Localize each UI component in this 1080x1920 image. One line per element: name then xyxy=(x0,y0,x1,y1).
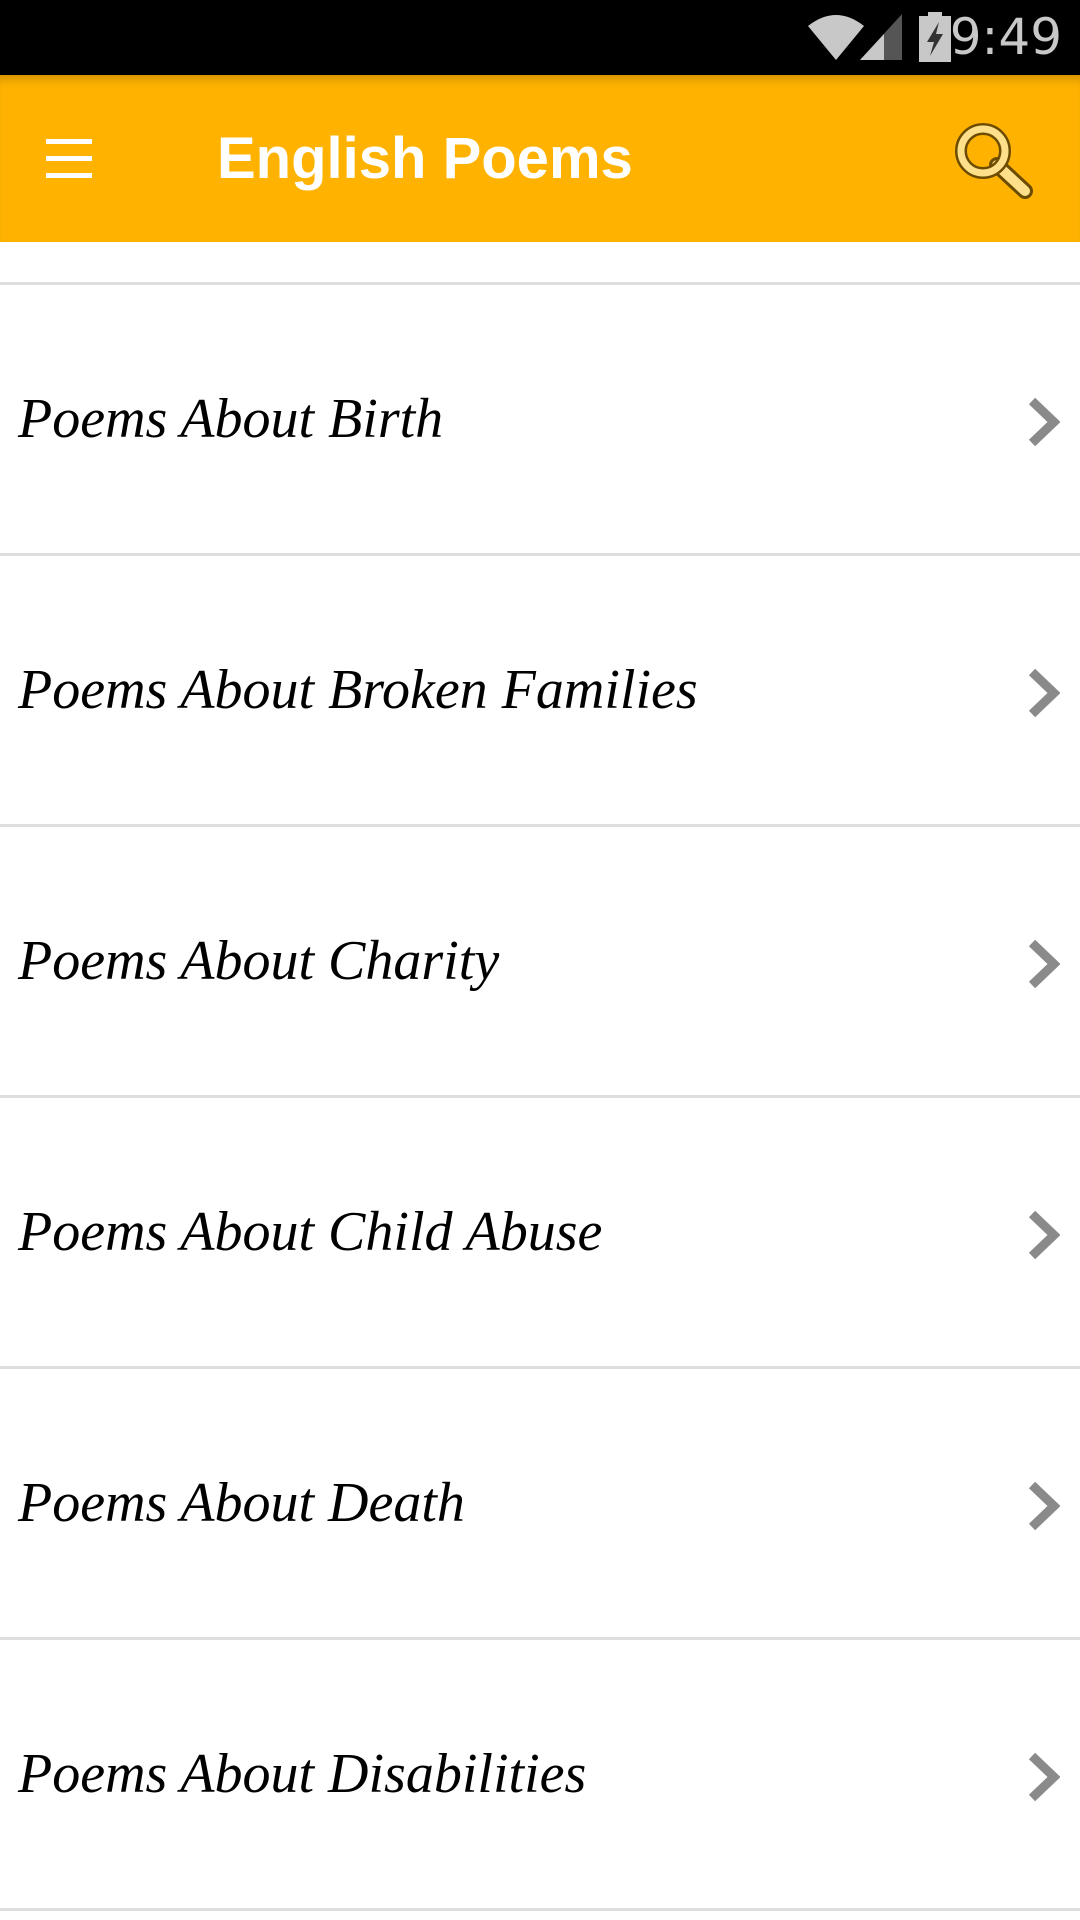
page-title: English Poems xyxy=(217,126,633,191)
list-item[interactable]: Poems About Birth xyxy=(0,285,1080,556)
chevron-right-icon xyxy=(1028,1210,1060,1260)
list-item[interactable]: Poems About Broken Families xyxy=(0,556,1080,827)
chevron-right-icon xyxy=(1028,1481,1060,1531)
list-item-label: Poems About Charity xyxy=(18,930,500,992)
chevron-right-icon xyxy=(1028,1752,1060,1802)
list-item[interactable]: Poems About Child Abuse xyxy=(0,1098,1080,1369)
list-item[interactable]: Poems About Charity xyxy=(0,827,1080,1098)
signal-icon xyxy=(860,14,902,60)
chevron-right-icon xyxy=(1028,939,1060,989)
list-item-label: Poems About Child Abuse xyxy=(18,1201,603,1263)
list-item-label: Poems About Disabilities xyxy=(18,1743,587,1805)
wifi-icon xyxy=(808,15,864,60)
list-top-spacer xyxy=(0,242,1080,285)
chevron-right-icon xyxy=(1028,397,1060,447)
list-item-label: Poems About Death xyxy=(18,1472,465,1534)
battery-charging-icon xyxy=(919,12,951,62)
status-bar: 9:49 xyxy=(0,0,1080,75)
chevron-right-icon xyxy=(1028,668,1060,718)
search-icon[interactable] xyxy=(955,123,1035,203)
list-item-label: Poems About Broken Families xyxy=(18,659,698,721)
list-item[interactable]: Poems About Death xyxy=(0,1369,1080,1640)
status-time: 9:49 xyxy=(949,8,1062,66)
list-item-label: Poems About Birth xyxy=(18,388,444,450)
poem-category-list: Poems About Birth Poems About Broken Fam… xyxy=(0,285,1080,1911)
hamburger-menu-icon[interactable] xyxy=(46,139,92,179)
list-item[interactable]: Poems About Disabilities xyxy=(0,1640,1080,1911)
app-toolbar: English Poems xyxy=(0,75,1080,242)
